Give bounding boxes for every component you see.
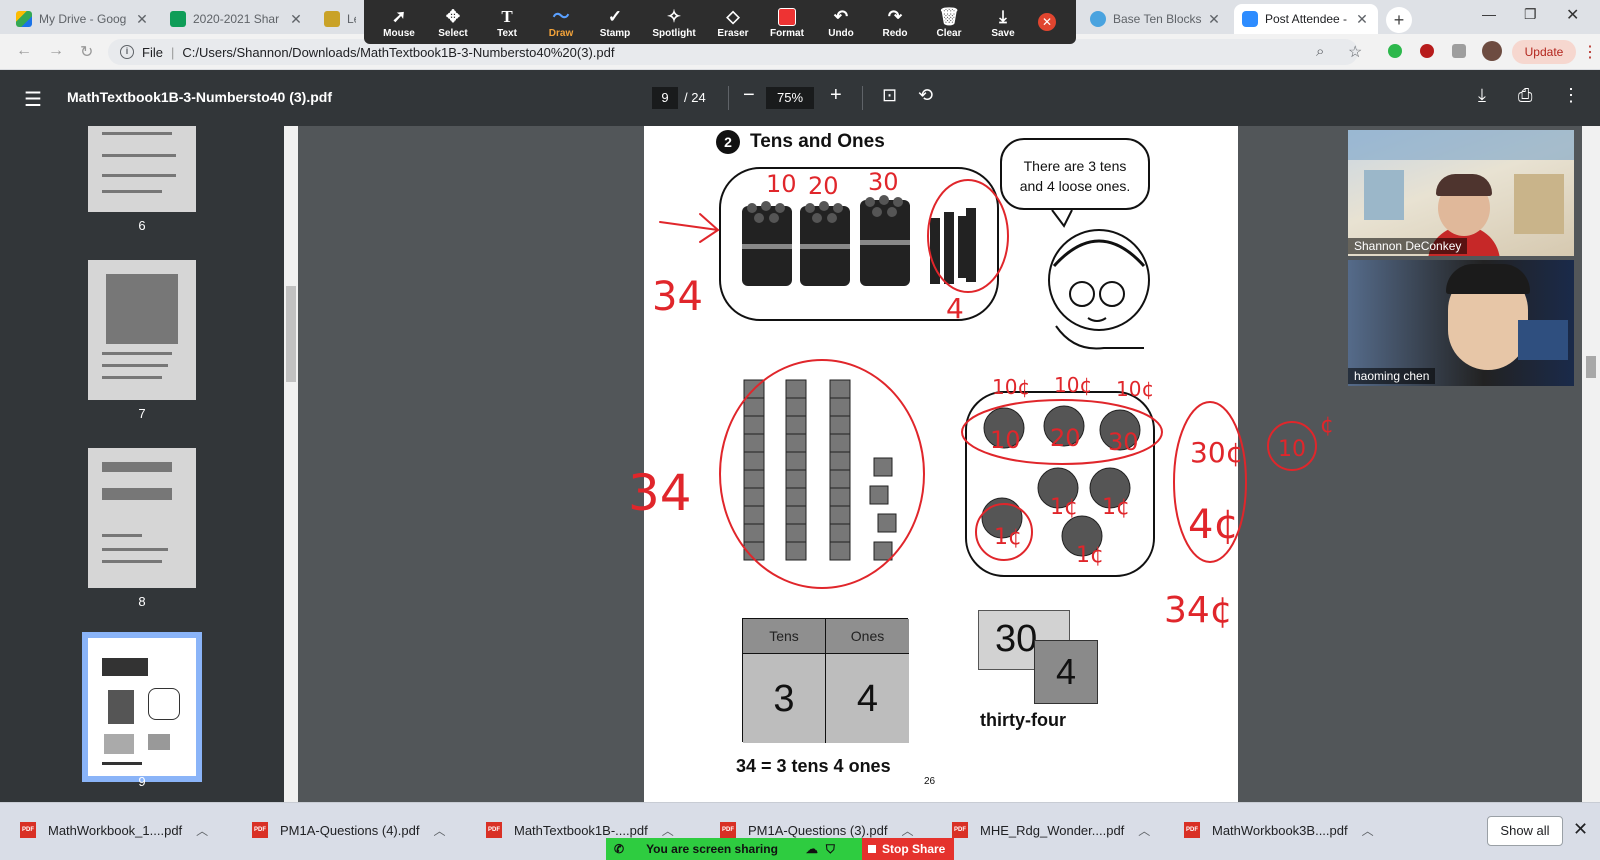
pen-dime-value: 10 [1278,437,1306,462]
download-item[interactable]: PDF MathWorkbook_1....pdf ︿ [20,817,208,843]
pdf-icon: PDF [720,822,736,838]
download-item[interactable]: PDF MHE_Rdg_Wonder....pdf ︿ [952,817,1150,843]
video-panel-student[interactable]: haoming chen [1348,260,1574,386]
chevron-up-icon[interactable]: ︿ [901,822,913,839]
chevron-up-icon[interactable]: ︿ [1362,822,1374,839]
pen-side-ones: 4¢ [1188,502,1239,548]
pen-loose-4: 4 [946,292,964,325]
pen-annotations: 10 20 30 34 4 34 10¢ 10¢ 10¢ 10 20 30 1¢… [628,168,1334,631]
pen-total-34: 34 [652,274,703,320]
shield-icon: ⛉ [825,841,835,856]
download-item[interactable]: PDF MathWorkbook3B....pdf ︿ [1184,817,1374,843]
pen-side-total: 34¢ [1164,590,1233,631]
show-all-button[interactable]: Show all [1487,816,1563,846]
download-item[interactable]: PDF PM1A-Questions (4).pdf ︿ [252,817,445,843]
pen-penny-mark: 1¢ [1050,495,1078,520]
pen-dime-label: 10¢ [1054,373,1092,397]
pen-coin-mark: 30 [1108,428,1139,456]
pen-penny-mark: 1¢ [994,525,1022,550]
page-scrollbar[interactable] [1582,126,1600,802]
pdf-icon: PDF [252,822,268,838]
cloud-icon: ☁ [805,842,818,856]
chevron-up-icon[interactable]: ︿ [433,822,445,839]
pdf-icon: PDF [952,822,968,838]
share-status: ✆ You are screen sharing ☁ ⛉ [606,838,862,860]
pdf-icon: PDF [486,822,502,838]
video-panel-host[interactable]: Shannon DeConkey [1348,130,1574,256]
pdf-icon: PDF [1184,822,1200,838]
pdf-icon: PDF [20,822,36,838]
pen-count-30: 30 [868,168,899,196]
pen-coin-mark: 10 [990,426,1021,454]
pen-count-20: 20 [808,172,839,200]
stop-share-button[interactable]: Stop Share [862,838,954,860]
pen-side-tens: 30¢ [1190,436,1243,469]
pen-dime-label: 10¢ [1116,377,1154,401]
pen-count-10: 10 [766,170,797,198]
screen-share-banner: ✆ You are screen sharing ☁ ⛉ Stop Share [606,838,954,860]
participant-name: Shannon DeConkey [1348,238,1468,254]
phone-icon: ✆ [614,842,625,856]
pen-total-34-rods: 34 [628,464,692,522]
chevron-up-icon[interactable]: ︿ [196,822,208,839]
stop-icon [868,845,876,853]
chevron-up-icon[interactable]: ︿ [662,822,674,839]
pen-dime-label: 10¢ [992,375,1030,399]
close-icon[interactable]: ✕ [1573,819,1588,840]
participant-name: haoming chen [1348,368,1436,384]
pen-coin-mark: 20 [1050,424,1081,452]
chevron-up-icon[interactable]: ︿ [1138,822,1150,839]
pen-dime-unit: ¢ [1320,413,1334,438]
pen-penny-mark: 1¢ [1102,495,1130,520]
pen-penny-mark: 1¢ [1076,543,1104,568]
